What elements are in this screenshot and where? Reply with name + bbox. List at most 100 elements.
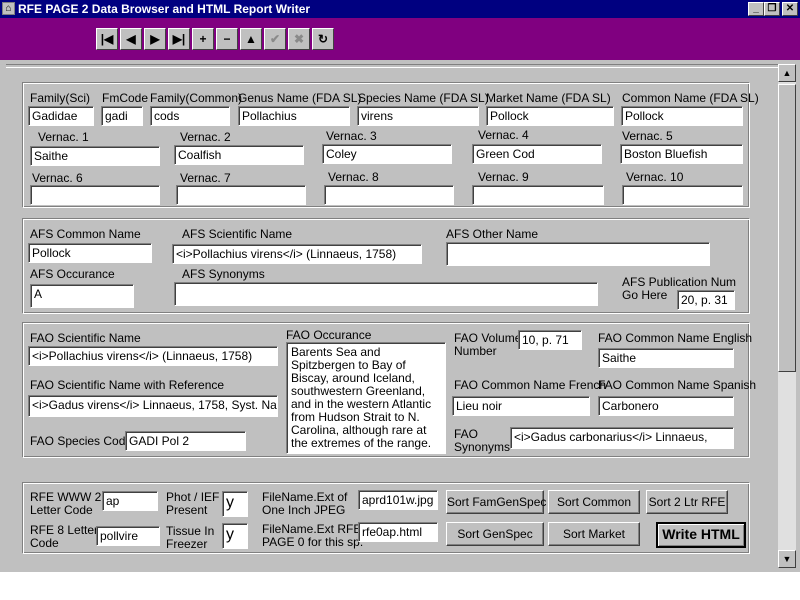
afs-publication-num-label: AFS Publication Num <box>622 275 737 289</box>
tissue-freezer-label-1: Tissue In <box>166 524 215 538</box>
fao-scientific-name-ref-input[interactable]: <i>Gadus virens</i> Linnaeus, 1758, Syst… <box>28 395 278 417</box>
afs-common-name-label: AFS Common Name <box>30 227 141 241</box>
next-record-button[interactable]: ▶ <box>144 28 166 50</box>
vernac-6-label: Vernac. 6 <box>32 171 83 185</box>
desktop-background <box>0 572 800 600</box>
fao-common-french-label: FAO Common Name French <box>454 378 607 392</box>
html-filename-label-2: PAGE 0 for this sp. <box>262 535 364 549</box>
navigator-toolbar: |◀ ◀ ▶ ▶| + − ▲ ✔ ✖ ↻ <box>0 18 800 60</box>
insert-record-button[interactable]: + <box>192 28 214 50</box>
fao-common-english-input[interactable]: Saithe <box>598 348 734 368</box>
delete-record-button[interactable]: − <box>216 28 238 50</box>
afs-publication-num-input[interactable]: 20, p. 31 <box>677 290 735 310</box>
html-filename-input[interactable]: rfe0ap.html <box>358 522 438 542</box>
write-html-button[interactable]: Write HTML <box>656 522 746 548</box>
fao-scientific-name-input[interactable]: <i>Pollachius virens</i> (Linnaeus, 1758… <box>28 346 278 366</box>
html-filename-label-1: FileName.Ext RFE <box>262 522 362 536</box>
genus-name-label: Genus Name (FDA SL) <box>238 91 362 105</box>
vernac-1-input[interactable]: Saithe <box>30 146 160 166</box>
afs-scientific-name-input[interactable]: <i>Pollachius virens</i> (Linnaeus, 1758… <box>172 244 422 264</box>
common-name-label: Common Name (FDA SL) <box>622 91 759 105</box>
vernac-5-label: Vernac. 5 <box>622 129 673 143</box>
title-bar[interactable]: ⌂ RFE PAGE 2 Data Browser and HTML Repor… <box>0 0 800 18</box>
window-title: RFE PAGE 2 Data Browser and HTML Report … <box>18 2 311 16</box>
sort-famgenspec-button[interactable]: Sort FamGenSpec <box>446 490 546 514</box>
cancel-edit-button[interactable]: ✖ <box>288 28 310 50</box>
close-button[interactable]: ✕ <box>782 2 798 16</box>
vernac-4-label: Vernac. 4 <box>478 128 529 142</box>
vernac-10-label: Vernac. 10 <box>626 170 684 184</box>
post-edit-button[interactable]: ✔ <box>264 28 286 50</box>
vertical-scrollbar[interactable]: ▲ ▼ <box>778 64 796 568</box>
vernac-5-input[interactable]: Boston Bluefish <box>620 144 743 164</box>
market-name-input[interactable]: Pollock <box>486 106 614 126</box>
rfe-code8-input[interactable]: pollvire <box>96 526 160 546</box>
vernac-7-label: Vernac. 7 <box>180 171 231 185</box>
vernac-9-input[interactable] <box>472 185 604 205</box>
app-icon[interactable]: ⌂ <box>2 2 15 15</box>
scroll-up-arrow-icon[interactable]: ▲ <box>778 64 796 82</box>
tissue-freezer-label-2: Freezer <box>166 537 208 551</box>
jpeg-filename-label-2: One Inch JPEG <box>262 503 346 517</box>
afs-other-name-label: AFS Other Name <box>446 227 539 241</box>
vernac-8-input[interactable] <box>324 185 454 205</box>
vernac-2-input[interactable]: Coalfish <box>174 145 304 165</box>
photo-present-label-1: Phot / IEF <box>166 490 220 504</box>
common-name-input[interactable]: Pollock <box>621 106 743 126</box>
afs-occurance-label: AFS Occurance <box>30 267 115 281</box>
prior-record-button[interactable]: ◀ <box>120 28 142 50</box>
vernac-4-input[interactable]: Green Cod <box>472 144 602 164</box>
fao-volume-number-label: Number <box>454 344 497 358</box>
fao-volume-number-input[interactable]: 10, p. 71 <box>518 330 582 350</box>
afs-synonyms-input[interactable] <box>174 282 598 306</box>
vernac-3-input[interactable]: Coley <box>322 144 452 164</box>
fao-volume-label: FAO Volume <box>454 331 522 345</box>
vernac-6-input[interactable] <box>30 185 160 205</box>
sort-common-button[interactable]: Sort Common <box>548 490 640 514</box>
market-name-label: Market Name (FDA SL) <box>486 91 611 105</box>
fao-synonyms-label-2: Synonyms <box>454 440 511 454</box>
edit-record-button[interactable]: ▲ <box>240 28 262 50</box>
vernac-10-input[interactable] <box>622 185 743 205</box>
species-name-input[interactable]: virens <box>357 106 479 126</box>
scroll-thumb[interactable] <box>778 84 796 372</box>
afs-occurance-input[interactable]: A <box>30 284 134 308</box>
vernac-1-label: Vernac. 1 <box>38 130 89 144</box>
fao-common-english-label: FAO Common Name English <box>598 331 753 345</box>
vernac-8-label: Vernac. 8 <box>328 170 379 184</box>
vernac-3-label: Vernac. 3 <box>326 129 377 143</box>
sort-genspec-button[interactable]: Sort GenSpec <box>446 522 544 546</box>
fm-code-label: FmCode <box>102 91 149 105</box>
fao-species-code-input[interactable]: GADI Pol 2 <box>125 431 246 451</box>
fao-scientific-name-ref-label: FAO Scientific Name with Reference <box>30 378 225 392</box>
family-sci-input[interactable]: Gadidae <box>28 106 94 126</box>
jpeg-filename-label-1: FileName.Ext of <box>262 490 348 504</box>
last-record-button[interactable]: ▶| <box>168 28 190 50</box>
fao-occurance-memo[interactable]: Barents Sea and Spitzbergen to Bay of Bi… <box>286 342 446 454</box>
scroll-down-arrow-icon[interactable]: ▼ <box>778 550 796 568</box>
sort-2ltr-rfe-button[interactable]: Sort 2 Ltr RFE <box>646 490 728 514</box>
minimize-button[interactable]: _ <box>748 2 764 16</box>
first-record-button[interactable]: |◀ <box>96 28 118 50</box>
fao-common-spanish-label: FAO Common Name Spanish <box>598 378 757 392</box>
jpeg-filename-input[interactable]: aprd101w.jpg <box>358 490 438 510</box>
refresh-data-button[interactable]: ↻ <box>312 28 334 50</box>
photo-present-label-2: Present <box>166 503 208 517</box>
fao-common-spanish-input[interactable]: Carbonero <box>598 396 734 416</box>
afs-other-name-input[interactable] <box>446 242 710 266</box>
photo-present-input[interactable]: y <box>222 491 248 517</box>
tissue-freezer-input[interactable]: y <box>222 523 248 549</box>
afs-common-name-input[interactable]: Pollock <box>28 243 152 263</box>
family-common-input[interactable]: cods <box>150 106 230 126</box>
fm-code-input[interactable]: gadi <box>101 106 143 126</box>
maximize-button[interactable]: ❐ <box>764 2 780 16</box>
vernac-7-input[interactable] <box>176 185 306 205</box>
rfe-www2-code-input[interactable]: ap <box>102 491 158 511</box>
fao-common-french-input[interactable]: Lieu noir <box>452 396 590 416</box>
fao-synonyms-input[interactable]: <i>Gadus carbonarius</i> Linnaeus, <box>510 427 734 449</box>
afs-synonyms-label: AFS Synonyms <box>182 267 265 281</box>
rfe-www2-label-2: Letter Code <box>30 503 93 517</box>
genus-name-input[interactable]: Pollachius <box>238 106 350 126</box>
fao-synonyms-label-1: FAO <box>454 427 479 441</box>
sort-market-button[interactable]: Sort Market <box>548 522 640 546</box>
